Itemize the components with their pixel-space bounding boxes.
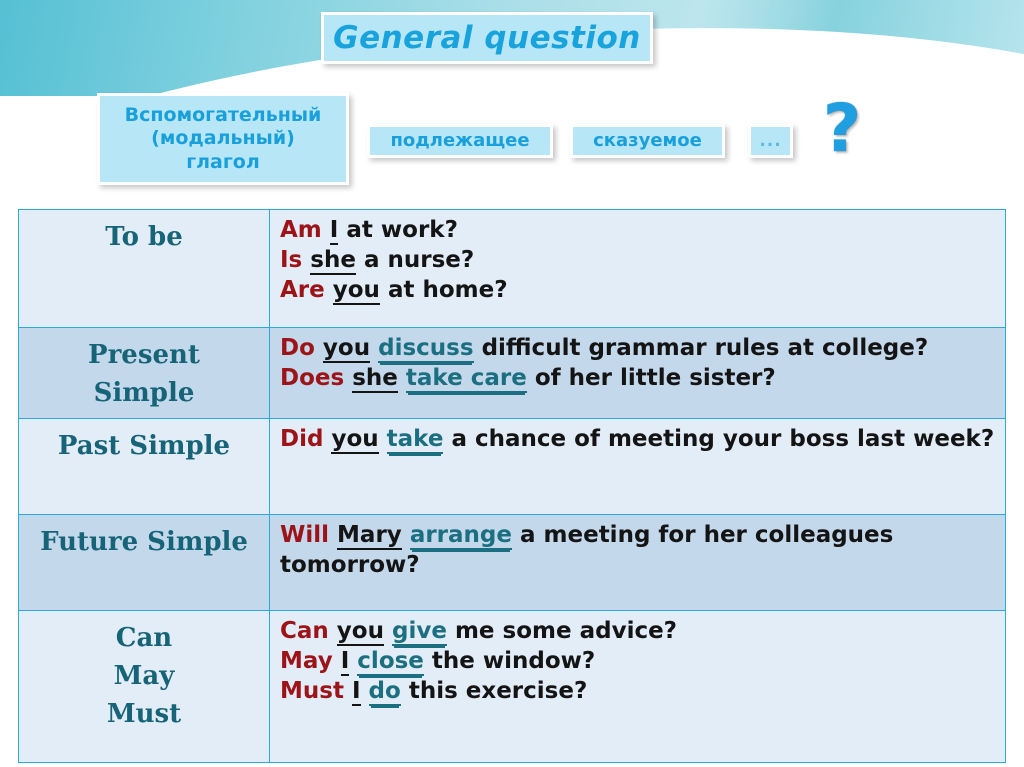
chip-ellipsis-label: ... [759,130,782,151]
table-row: To be Am I at work? Is she a nurse? Are you… [18,209,1006,328]
table-body: To be Am I at work? Is she a nurse? Are you… [18,209,1006,764]
sentence-remainder: at home? [387,276,508,303]
tense-label-line: Past Simple [57,431,231,462]
subject-word: Mary [337,522,402,551]
examples-cell: Will Mary arrange a meeting for her coll… [269,514,1006,612]
tense-label-line: To be [105,222,183,252]
sentence-remainder: the window? [431,648,596,675]
tense-label-line: Simple [93,377,195,408]
table-row: Past Simple Did you take a chance of meet… [18,418,1006,516]
main-verb: do [368,678,401,707]
example-sentence: Will Mary arrange a meeting for her coll… [280,521,1005,581]
question-mark-icon: ? [822,90,862,167]
tense-label-line: Can [115,623,173,654]
chip-ellipsis: ... [748,124,793,158]
auxiliary-verb: Am [280,217,322,243]
sentence-remainder: at work? [346,217,458,243]
subject-word: you [336,618,384,647]
tense-label-cell: Past Simple [18,418,270,516]
sentence-remainder: a chance of meeting your boss last week? [451,426,995,453]
chip-subject: подлежащее [367,124,553,158]
subject-word: I [329,217,339,245]
main-verb: discuss [378,335,474,363]
main-verb: give [391,618,447,647]
tense-label-line: Present [88,340,200,370]
general-question-table: To be Am I at work? Is she a nurse? Are you… [18,209,1006,764]
subject-word: you [322,335,371,363]
subject-word: I [340,648,350,677]
tense-label-cell: Can May Must [18,610,270,764]
chip-predicate: сказуемое [570,124,725,158]
table-row: Present Simple Do you discuss difficult gr… [18,326,1006,420]
main-verb: arrange [409,522,512,551]
auxiliary-verb: Is [280,246,303,273]
chip-predicate-label: сказуемое [593,130,702,152]
example-sentence: Does she take care of her little sister? [280,364,1005,394]
tense-label-cell: Future Simple [18,514,270,612]
auxiliary-verb: Does [280,364,345,391]
auxiliary-verb: Must [280,678,344,705]
subject-word: she [310,246,356,275]
tense-label-cell: To be [18,209,270,328]
tense-label-line: May [113,661,175,692]
sentence-remainder: of her little sister? [534,364,776,391]
example-sentence: Is she a nurse? [280,246,1005,276]
sentence-remainder: this exercise? [408,678,588,705]
slide-title-box: General question [321,12,653,64]
chip-subject-label: подлежащее [390,130,530,152]
examples-cell: Can you give me some advice? May I close … [269,610,1006,764]
tense-label-cell: Present Simple [18,326,270,420]
examples-cell: Do you discuss difficult grammar rules a… [269,326,1006,420]
table-row: Can May Must Can you give me some advice? Ma… [18,610,1006,764]
chip-line-2: (модальный) [151,127,295,150]
tense-label-line: Future Simple [40,527,248,558]
subject-word: you [332,276,380,305]
example-sentence: Do you discuss difficult grammar rules a… [280,334,1005,364]
auxiliary-verb: Are [280,276,325,303]
main-verb: take care [405,364,527,393]
examples-cell: Am I at work? Is she a nurse? Are you at h… [269,209,1006,328]
example-sentence: Can you give me some advice? [280,617,1005,647]
tense-label-line: Must [106,698,182,729]
auxiliary-verb: May [280,648,333,675]
chip-line-3: глагол [186,150,260,173]
example-sentence: Are you at home? [280,276,1005,306]
chip-auxiliary-modal-verb: Вспомогательный (модальный) глагол [97,93,349,185]
auxiliary-verb: Will [280,522,330,549]
example-sentence: Must I do this exercise? [280,677,1005,707]
sentence-remainder: difficult grammar rules at college? [481,335,929,361]
examples-cell: Did you take a chance of meeting your bo… [269,418,1006,516]
subject-word: you [331,426,379,455]
main-verb: take [386,426,444,455]
auxiliary-verb: Can [280,618,329,645]
subject-word: she [352,364,398,393]
sentence-remainder: me some advice? [454,618,678,645]
chip-auxiliary-modal-verb-label: Вспомогательный (модальный) глагол [125,104,322,174]
table-row: Future Simple Will Mary arrange a meeting… [18,514,1006,612]
auxiliary-verb: Did [280,426,324,453]
auxiliary-verb: Do [280,335,315,361]
example-sentence: May I close the window? [280,647,1005,677]
subject-word: I [351,678,361,707]
example-sentence: Am I at work? [280,216,1005,246]
chip-line-1: Вспомогательный [124,104,322,127]
slide-root: General question Вспомогательный (модаль… [0,0,1024,767]
main-verb: close [357,648,424,677]
page-title: General question [333,20,641,56]
example-sentence: Did you take a chance of meeting your bo… [280,425,1005,455]
sentence-remainder: a nurse? [363,246,475,273]
